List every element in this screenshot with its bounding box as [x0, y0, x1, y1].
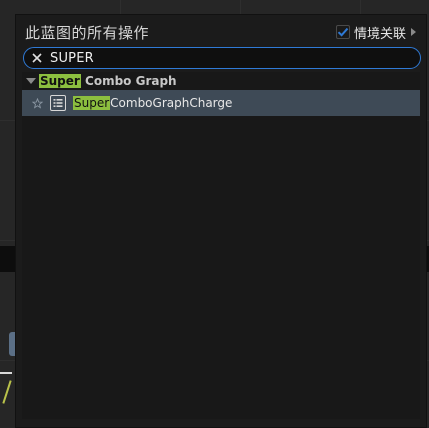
action-match-highlight: Super — [73, 96, 111, 110]
graph-canvas: 此蓝图的所有操作 情境关联 SUPER Super Combo Graph Su… — [0, 0, 429, 428]
star-icon[interactable] — [31, 97, 43, 109]
category-row[interactable]: Super Combo Graph — [22, 72, 420, 89]
function-icon — [50, 95, 66, 111]
action-item[interactable]: SuperComboGraphCharge — [22, 90, 420, 116]
context-sensitive-toggle[interactable]: 情境关联 — [335, 24, 416, 42]
context-sensitive-checkbox[interactable] — [335, 25, 350, 39]
panel-header: 此蓝图的所有操作 情境关联 — [16, 15, 426, 47]
category-match-highlight: Super — [39, 73, 81, 88]
panel-title: 此蓝图的所有操作 — [25, 24, 150, 42]
action-label: SuperComboGraphCharge — [73, 96, 232, 110]
background-wire — [2, 380, 12, 404]
search-text[interactable]: SUPER — [50, 51, 94, 66]
background-wire — [0, 372, 12, 374]
close-icon[interactable] — [26, 48, 48, 68]
results-tree: Super Combo Graph SuperComboGraphCharge — [22, 72, 420, 419]
checkmark-icon — [337, 27, 349, 37]
category-label: Combo Graph — [80, 73, 177, 88]
chevron-right-icon[interactable] — [411, 28, 416, 36]
search-input[interactable]: SUPER — [23, 47, 421, 69]
action-label-rest: ComboGraphCharge — [110, 96, 233, 110]
context-sensitive-label: 情境关联 — [353, 26, 406, 42]
background-node — [0, 246, 16, 272]
chevron-down-icon[interactable] — [26, 77, 36, 84]
action-menu-panel: 此蓝图的所有操作 情境关联 SUPER Super Combo Graph Su… — [15, 14, 427, 428]
